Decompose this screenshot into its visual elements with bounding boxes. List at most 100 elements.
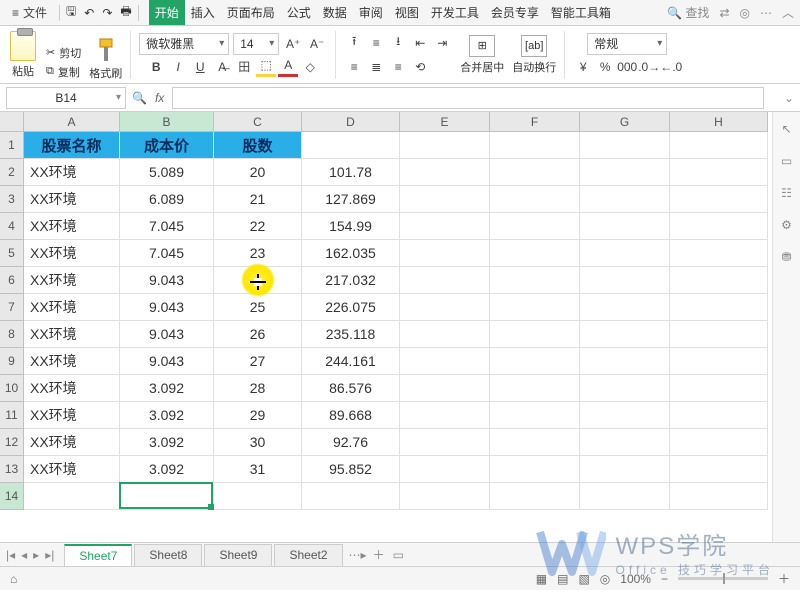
cell-G3[interactable] [580,186,670,213]
cell-G6[interactable] [580,267,670,294]
sheet-list-icon[interactable]: ▭ [393,548,404,562]
cell-F14[interactable] [490,483,580,510]
sheet-tab-Sheet7[interactable]: Sheet7 [64,544,132,566]
currency-icon[interactable]: ¥ [573,57,593,77]
cell-A8[interactable]: XX环境 [24,321,120,348]
cell-D3[interactable]: 127.869 [302,186,400,213]
cell-B10[interactable]: 3.092 [120,375,214,402]
row-header-12[interactable]: 12 [0,429,24,456]
cell-H10[interactable] [670,375,768,402]
tab-视图[interactable]: 视图 [389,0,425,25]
indent-left-icon[interactable]: ⇤ [410,33,430,53]
cell-E4[interactable] [400,213,490,240]
cell-H14[interactable] [670,483,768,510]
cell-B2[interactable]: 5.089 [120,159,214,186]
tab-插入[interactable]: 插入 [185,0,221,25]
row-header-11[interactable]: 11 [0,402,24,429]
cell-C9[interactable]: 27 [214,348,302,375]
next-sheet-icon[interactable]: ▸ [33,548,39,562]
cell-D1[interactable] [302,132,400,159]
cell-F8[interactable] [490,321,580,348]
backup-icon[interactable]: ⛃ [781,250,791,264]
sheet-tab-Sheet2[interactable]: Sheet2 [274,544,342,566]
cell-A4[interactable]: XX环境 [24,213,120,240]
select-tool-icon[interactable]: ▭ [781,154,792,168]
cell-F5[interactable] [490,240,580,267]
dec-decimal-icon[interactable]: ←.0 [661,57,681,77]
cell-H6[interactable] [670,267,768,294]
last-sheet-icon[interactable]: ▸| [45,548,54,562]
align-center-icon[interactable]: ≣ [366,57,386,77]
cell-E3[interactable] [400,186,490,213]
strike-button[interactable]: A̶ [212,57,232,77]
cell-C1[interactable]: 股数 [214,132,302,159]
cell-E1[interactable] [400,132,490,159]
copy-button[interactable]: ⧉复制 [44,63,83,81]
cell-B5[interactable]: 7.045 [120,240,214,267]
fill-color-button[interactable]: ⬚ [256,57,276,77]
fx-icon[interactable]: fx [155,91,164,105]
tab-智能工具箱[interactable]: 智能工具箱 [545,0,617,25]
cell-A1[interactable]: 股票名称 [24,132,120,159]
cell-A13[interactable]: XX环境 [24,456,120,483]
file-menu[interactable]: ≡ 文件 [6,2,53,23]
row-header-6[interactable]: 6 [0,267,24,294]
paste-button[interactable]: 粘贴 [8,29,38,81]
col-header-C[interactable]: C [214,112,302,132]
cell-H1[interactable] [670,132,768,159]
align-right-icon[interactable]: ≡ [388,57,408,77]
row-header-1[interactable]: 1 [0,132,24,159]
zoom-value[interactable]: 100% [620,572,651,586]
cell-F12[interactable] [490,429,580,456]
decrease-font-icon[interactable]: A⁻ [307,34,327,54]
tab-开发工具[interactable]: 开发工具 [425,0,485,25]
cell-H12[interactable] [670,429,768,456]
search-trigger[interactable]: 🔍 查找 [667,4,709,21]
tab-审阅[interactable]: 审阅 [353,0,389,25]
cell-B6[interactable]: 9.043 [120,267,214,294]
row-header-7[interactable]: 7 [0,294,24,321]
cell-B4[interactable]: 7.045 [120,213,214,240]
cell-E6[interactable] [400,267,490,294]
cut-button[interactable]: ✂剪切 [44,44,83,62]
cell-E5[interactable] [400,240,490,267]
cell-B14[interactable] [120,483,214,510]
cell-G7[interactable] [580,294,670,321]
cell-H13[interactable] [670,456,768,483]
sheet-tab-Sheet9[interactable]: Sheet9 [204,544,272,566]
cell-D11[interactable]: 89.668 [302,402,400,429]
cell-F13[interactable] [490,456,580,483]
cell-E12[interactable] [400,429,490,456]
name-box[interactable]: B14 [6,87,126,109]
row-header-10[interactable]: 10 [0,375,24,402]
cell-C12[interactable]: 30 [214,429,302,456]
tab-数据[interactable]: 数据 [317,0,353,25]
increase-font-icon[interactable]: A⁺ [283,34,303,54]
cell-F7[interactable] [490,294,580,321]
tab-开始[interactable]: 开始 [149,0,185,25]
cell-E10[interactable] [400,375,490,402]
first-sheet-icon[interactable]: |◂ [6,548,15,562]
cell-D14[interactable] [302,483,400,510]
cell-F10[interactable] [490,375,580,402]
row-header-2[interactable]: 2 [0,159,24,186]
cell-G8[interactable] [580,321,670,348]
merge-button[interactable]: ⊞ 合并居中 [460,35,504,75]
cell-E11[interactable] [400,402,490,429]
cell-D4[interactable]: 154.99 [302,213,400,240]
cell-B3[interactable]: 6.089 [120,186,214,213]
cell-C7[interactable]: 25 [214,294,302,321]
cell-A12[interactable]: XX环境 [24,429,120,456]
cell-H4[interactable] [670,213,768,240]
align-middle-icon[interactable]: ≡ [366,33,386,53]
cell-B12[interactable]: 3.092 [120,429,214,456]
cell-D6[interactable]: 217.032 [302,267,400,294]
font-color-button[interactable]: A [278,57,298,77]
cell-B7[interactable]: 9.043 [120,294,214,321]
cell-D7[interactable]: 226.075 [302,294,400,321]
cursor-tool-icon[interactable]: ↖ [781,122,791,136]
cell-H2[interactable] [670,159,768,186]
font-name-combo[interactable]: 微软雅黑 [139,33,229,55]
properties-icon[interactable]: ☷ [781,186,792,200]
cell-D12[interactable]: 92.76 [302,429,400,456]
